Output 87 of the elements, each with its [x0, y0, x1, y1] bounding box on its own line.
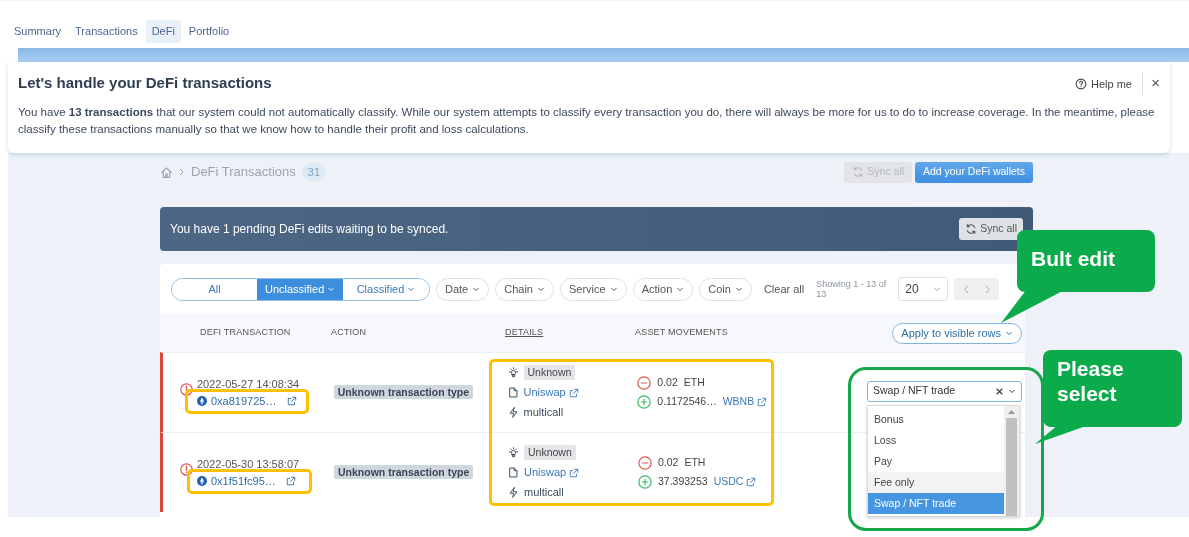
status-tag: Unknown	[523, 364, 576, 381]
column-header: ACTION	[331, 327, 367, 338]
page-size-select[interactable]: 20	[898, 277, 949, 301]
bolt-icon	[508, 487, 519, 498]
breadcrumb-title: DeFi Transactions	[191, 163, 296, 182]
filter-dropdown[interactable]: Date	[436, 277, 490, 301]
file-icon	[508, 467, 519, 478]
chevron-down-icon	[609, 285, 618, 293]
coin-link[interactable]: USDC	[713, 474, 757, 490]
dropdown-option[interactable]: Swap / NFT trade	[868, 493, 1004, 514]
dialog-message: You have 13 transactions that our system could not automatically classify. While our system attempts to classify every transaction you do, there will always be more for us to do to increase coverage. In the meantime, please classify these transactions manually so that we know how to handle their profit and loss calculations.	[18, 105, 1156, 137]
method-name: multicall	[523, 405, 564, 421]
apply-to-rows-button[interactable]: Apply to visible rows	[892, 322, 1022, 344]
clear-icon[interactable]	[995, 386, 1004, 396]
column-header: ASSET MOVEMENTS	[635, 327, 728, 338]
next-icon[interactable]	[985, 284, 991, 294]
transaction-date: 2022-05-27 14:08:34	[197, 377, 300, 392]
column-header: DETAILS	[505, 327, 544, 338]
status-tag: Unknown	[524, 444, 576, 461]
amount-value: 0.02	[658, 455, 679, 471]
service-link[interactable]: Uniswap	[524, 464, 580, 481]
sync-button[interactable]: Sync all	[959, 218, 1023, 240]
close-button[interactable]: ×	[1142, 72, 1162, 95]
transaction-hash-link[interactable]: 0x1f51fc95…	[197, 472, 300, 489]
count-badge: 31	[301, 162, 326, 182]
coin-name: ETH	[683, 375, 705, 391]
chevron-down-icon	[1005, 329, 1013, 337]
home-icon	[160, 165, 173, 179]
chevron-down-icon	[537, 285, 545, 293]
filter-dropdown[interactable]: Service	[560, 277, 627, 301]
previous-icon[interactable]	[962, 284, 969, 294]
coin-link[interactable]: WBNB	[722, 394, 768, 410]
nav-tab[interactable]: DeFi	[145, 20, 181, 43]
amount-value: 0.02	[657, 375, 678, 391]
nav-tab[interactable]: Portfolio	[182, 20, 236, 43]
coin-name: ETH	[684, 455, 706, 471]
filter-dropdown[interactable]: Chain	[495, 277, 554, 301]
external-link-icon	[746, 477, 757, 487]
breadcrumb-separator-icon	[179, 168, 185, 176]
chevron-down-icon	[676, 285, 685, 293]
minus-circle-icon	[638, 456, 652, 470]
nav-tab[interactable]: Transactions	[69, 20, 144, 43]
amount-value: 0.1172546…	[657, 394, 717, 410]
alert-icon	[180, 463, 193, 476]
amount-value: 37.393253	[658, 474, 708, 490]
action-tag: Unknown transaction type	[334, 465, 474, 480]
help-icon	[1075, 78, 1088, 91]
dialog-title: Let's handle your DeFi transactions	[18, 74, 272, 92]
external-link-icon	[568, 387, 579, 398]
external-link-icon	[285, 475, 296, 486]
type-select[interactable]: Swap / NFT trade	[867, 380, 1022, 402]
external-link-icon	[757, 397, 768, 407]
bulb-icon	[507, 367, 519, 378]
chevron-down-icon	[734, 285, 743, 293]
method-name: multicall	[524, 485, 564, 501]
alert-icon	[180, 383, 193, 396]
minus-circle-icon	[637, 376, 652, 390]
nav-tab[interactable]: Summary	[8, 20, 68, 43]
filter-dropdown[interactable]: Coin	[699, 277, 752, 301]
ethereum-icon	[197, 395, 207, 406]
ethereum-icon	[197, 475, 207, 486]
sync-icon	[965, 223, 978, 235]
pagination-control[interactable]	[954, 278, 1000, 300]
file-icon	[507, 387, 519, 398]
filter-dropdown[interactable]: Action	[632, 277, 694, 301]
transaction-hash-link[interactable]: 0xa819725…	[197, 392, 300, 409]
chevron-down-icon	[933, 285, 942, 293]
help-button[interactable]: Help me	[1075, 76, 1132, 93]
bolt-icon	[507, 407, 519, 418]
transaction-date: 2022-05-30 13:58:07	[197, 457, 300, 472]
segment-tab[interactable]: Unclassified	[257, 278, 343, 300]
dropdown-option[interactable]: Fee only	[868, 472, 1004, 493]
pending-message: You have 1 pending DeFi edits waiting to be synced.	[170, 221, 449, 238]
action-tag: Unknown transaction type	[333, 385, 474, 400]
external-link-icon	[286, 395, 297, 406]
chevron-down-icon	[1008, 387, 1016, 395]
scrollbar[interactable]	[1004, 406, 1019, 516]
plus-circle-icon	[638, 475, 652, 489]
pagination-info: Showing 1 - 13 of 13	[816, 279, 888, 299]
plus-circle-icon	[637, 395, 652, 409]
clear-all-link[interactable]: Clear all	[757, 280, 811, 298]
bulb-icon	[508, 447, 519, 458]
column-header: DEFI TRANSACTION	[200, 326, 291, 340]
chevron-down-icon	[472, 285, 481, 293]
sync-icon	[852, 166, 865, 178]
external-link-icon	[569, 467, 580, 478]
service-link[interactable]: Uniswap	[523, 384, 579, 401]
